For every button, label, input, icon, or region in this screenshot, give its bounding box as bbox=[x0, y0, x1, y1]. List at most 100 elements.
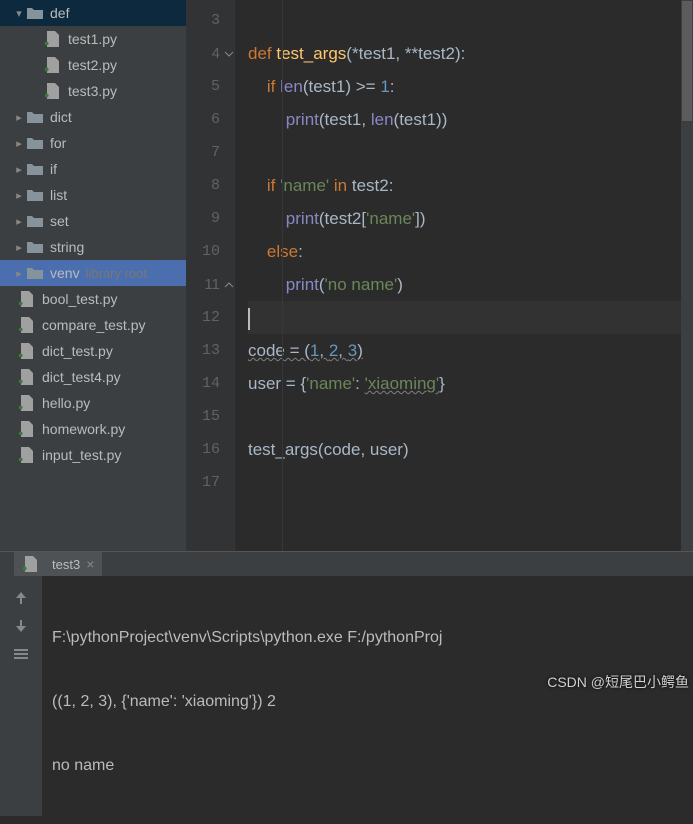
tree-label: input_test.py bbox=[42, 447, 121, 463]
python-file-icon: ● bbox=[44, 30, 62, 48]
tree-label: if bbox=[50, 161, 57, 177]
editor[interactable]: 3 4 5 6 7 8 9 10 11 12 13 14 15 16 17 de… bbox=[186, 0, 693, 551]
line-number: 14 bbox=[186, 367, 234, 400]
text-caret bbox=[248, 308, 250, 330]
folder-icon bbox=[26, 4, 44, 22]
python-file-icon: ● bbox=[22, 555, 40, 573]
tree-file-dict-test[interactable]: ●dict_test.py bbox=[0, 338, 186, 364]
tree-label: test3.py bbox=[68, 83, 117, 99]
tree-file-test3[interactable]: ● test3.py bbox=[0, 78, 186, 104]
code-area[interactable]: def test_args(*test1, **test2): if len(t… bbox=[234, 0, 681, 551]
tree-file-bool-test[interactable]: ●bool_test.py bbox=[0, 286, 186, 312]
line-number: 17 bbox=[186, 466, 234, 499]
python-file-icon: ● bbox=[18, 446, 36, 464]
tree-file-dict-test4[interactable]: ● dict_test4.py bbox=[0, 364, 186, 390]
tree-label: venv bbox=[50, 265, 80, 281]
run-tab[interactable]: ● test3 × bbox=[14, 552, 102, 576]
collapse-icon[interactable] bbox=[224, 49, 234, 59]
line-number: 12 bbox=[186, 301, 234, 334]
tree-label: for bbox=[50, 135, 66, 151]
line-number: 7 bbox=[186, 136, 234, 169]
folder-icon bbox=[26, 186, 44, 204]
tree-label: compare_test.py bbox=[42, 317, 146, 333]
code-line-active bbox=[248, 301, 681, 334]
console-line: F:\pythonProject\venv\Scripts\python.exe… bbox=[52, 624, 693, 652]
line-number: 10 bbox=[186, 235, 234, 268]
folder-icon bbox=[26, 134, 44, 152]
chevron-right-icon: ▸ bbox=[12, 137, 26, 150]
tree-label: homework.py bbox=[42, 421, 125, 437]
code-line: print(test1, len(test1)) bbox=[248, 103, 681, 136]
tree-file-input-test[interactable]: ● input_test.py bbox=[0, 442, 186, 468]
python-file-icon: ● bbox=[44, 82, 62, 100]
line-number: 8 bbox=[186, 169, 234, 202]
code-line: user = {'name': 'xiaoming'} bbox=[248, 367, 681, 400]
tree-folder-string[interactable]: ▸ string bbox=[0, 234, 186, 260]
run-tab-label: test3 bbox=[52, 557, 80, 572]
chevron-right-icon: ▸ bbox=[12, 163, 26, 176]
python-file-icon: ● bbox=[18, 420, 36, 438]
code-line: if 'name' in test2: bbox=[248, 169, 681, 202]
watermark: CSDN @短尾巴小鳄鱼 bbox=[547, 672, 689, 692]
console-toolbar bbox=[0, 576, 42, 816]
console-line: ((1, 2, 3), {'name': 'xiaoming'}) 2 bbox=[52, 688, 693, 716]
wrap-icon[interactable] bbox=[13, 646, 29, 662]
arrow-down-icon[interactable] bbox=[13, 618, 29, 634]
tree-file-homework[interactable]: ● homework.py bbox=[0, 416, 186, 442]
arrow-up-icon[interactable] bbox=[13, 590, 29, 606]
line-number: 3 bbox=[186, 4, 234, 37]
tree-folder-set[interactable]: ▸ set bbox=[0, 208, 186, 234]
console: F:\pythonProject\venv\Scripts\python.exe… bbox=[0, 576, 693, 816]
line-number: 15 bbox=[186, 400, 234, 433]
chevron-down-icon: ▾ bbox=[12, 7, 26, 20]
tree-label: dict bbox=[50, 109, 72, 125]
folder-icon bbox=[26, 238, 44, 256]
tree-file-test2[interactable]: ●test2.py bbox=[0, 52, 186, 78]
tree-folder-dict[interactable]: ▸ dict bbox=[0, 104, 186, 130]
python-file-icon: ● bbox=[44, 56, 62, 74]
chevron-right-icon: ▸ bbox=[12, 111, 26, 124]
tree-label: dict_test.py bbox=[42, 343, 113, 359]
tree-file-test1[interactable]: ●test1.py bbox=[0, 26, 186, 52]
console-output[interactable]: F:\pythonProject\venv\Scripts\python.exe… bbox=[42, 576, 693, 816]
tree-folder-venv[interactable]: ▸venvlibrary root bbox=[0, 260, 186, 286]
run-tab-bar: ● test3 × bbox=[0, 552, 693, 576]
python-file-icon: ● bbox=[18, 316, 36, 334]
project-tree[interactable]: ▾def ●test1.py ●test2.py ● test3.py ▸ dict… bbox=[0, 0, 186, 551]
tree-label: string bbox=[50, 239, 84, 255]
collapse-icon[interactable] bbox=[224, 280, 234, 290]
code-line bbox=[248, 4, 681, 37]
tree-folder-def[interactable]: ▾def bbox=[0, 0, 186, 26]
tree-file-compare-test[interactable]: ● compare_test.py bbox=[0, 312, 186, 338]
line-number: 13 bbox=[186, 334, 234, 367]
line-number: 5 bbox=[186, 70, 234, 103]
python-file-icon: ● bbox=[18, 394, 36, 412]
line-number: 9 bbox=[186, 202, 234, 235]
vertical-scrollbar[interactable] bbox=[681, 0, 693, 551]
code-line: print('no name') bbox=[248, 268, 681, 301]
line-number: 11 bbox=[186, 268, 234, 301]
tree-label: dict_test4.py bbox=[42, 369, 121, 385]
tree-label: set bbox=[50, 213, 69, 229]
chevron-right-icon: ▸ bbox=[12, 215, 26, 228]
python-file-icon: ● bbox=[18, 368, 36, 386]
line-number: 4 bbox=[186, 37, 234, 70]
chevron-right-icon: ▸ bbox=[12, 189, 26, 202]
code-line: def test_args(*test1, **test2): bbox=[248, 37, 681, 70]
code-line: else: bbox=[248, 235, 681, 268]
scrollbar-thumb[interactable] bbox=[682, 1, 692, 121]
line-gutter: 3 4 5 6 7 8 9 10 11 12 13 14 15 16 17 bbox=[186, 0, 234, 551]
line-number: 16 bbox=[186, 433, 234, 466]
main-area: ▾def ●test1.py ●test2.py ● test3.py ▸ dict… bbox=[0, 0, 693, 551]
tree-file-hello[interactable]: ●hello.py bbox=[0, 390, 186, 416]
folder-icon bbox=[26, 160, 44, 178]
tree-folder-for[interactable]: ▸ for bbox=[0, 130, 186, 156]
tree-folder-if[interactable]: ▸ if bbox=[0, 156, 186, 182]
tree-label: bool_test.py bbox=[42, 291, 118, 307]
tree-folder-list[interactable]: ▸list bbox=[0, 182, 186, 208]
folder-icon bbox=[26, 264, 44, 282]
chevron-right-icon: ▸ bbox=[12, 241, 26, 254]
close-icon[interactable]: × bbox=[86, 556, 94, 572]
line-number: 6 bbox=[186, 103, 234, 136]
folder-icon bbox=[26, 212, 44, 230]
